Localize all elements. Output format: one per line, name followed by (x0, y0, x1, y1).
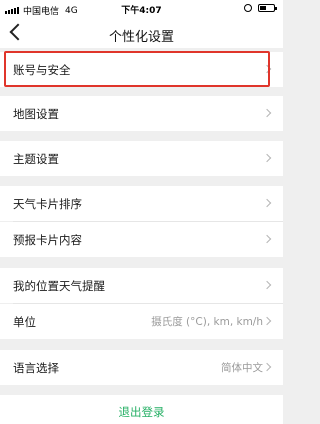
settings-item-label: 单位 (13, 314, 36, 329)
status-bar: 中国电信 4G 下午4:07 (0, 0, 283, 18)
settings-item-value: 简体中文 (221, 362, 263, 374)
chevron-right-icon (262, 198, 272, 208)
settings-item-label: 我的位置天气提醒 (13, 278, 105, 293)
chevron-right-icon (262, 108, 272, 118)
chevron-right-icon (262, 316, 272, 326)
chevron-right-icon (262, 153, 272, 163)
chevron-right-icon (262, 280, 272, 290)
settings-item-units[interactable]: 单位 摄氏度 (°C), km, km/h (0, 304, 283, 339)
status-time: 下午4:07 (121, 6, 162, 16)
settings-item-label: 预报卡片内容 (13, 232, 82, 247)
settings-item-location-alert[interactable]: 我的位置天气提醒 (0, 268, 283, 303)
settings-item-forecast-content[interactable]: 预报卡片内容 (0, 222, 283, 257)
settings-item-value: 摄氏度 (°C), km, km/h (151, 316, 263, 328)
settings-item-label: 天气卡片排序 (13, 196, 82, 211)
battery-icon (258, 4, 277, 12)
nav-bar: 个性化设置 (0, 18, 283, 48)
settings-item-theme[interactable]: 主题设置 (0, 141, 283, 176)
logout-label: 退出登录 (118, 405, 165, 419)
chevron-right-icon (262, 362, 272, 372)
page-title: 个性化设置 (108, 30, 174, 45)
settings-item-label: 语言选择 (13, 360, 59, 375)
alarm-icon (244, 4, 252, 12)
settings-item-card-order[interactable]: 天气卡片排序 (0, 186, 283, 221)
logout-button[interactable]: 退出登录 (0, 395, 283, 424)
settings-item-label: 主题设置 (13, 151, 59, 166)
settings-item-label: 地图设置 (13, 106, 59, 121)
chevron-right-icon (262, 234, 272, 244)
settings-item-map[interactable]: 地图设置 (0, 96, 283, 131)
settings-item-language[interactable]: 语言选择 简体中文 (0, 350, 283, 385)
highlight-box (4, 51, 270, 87)
